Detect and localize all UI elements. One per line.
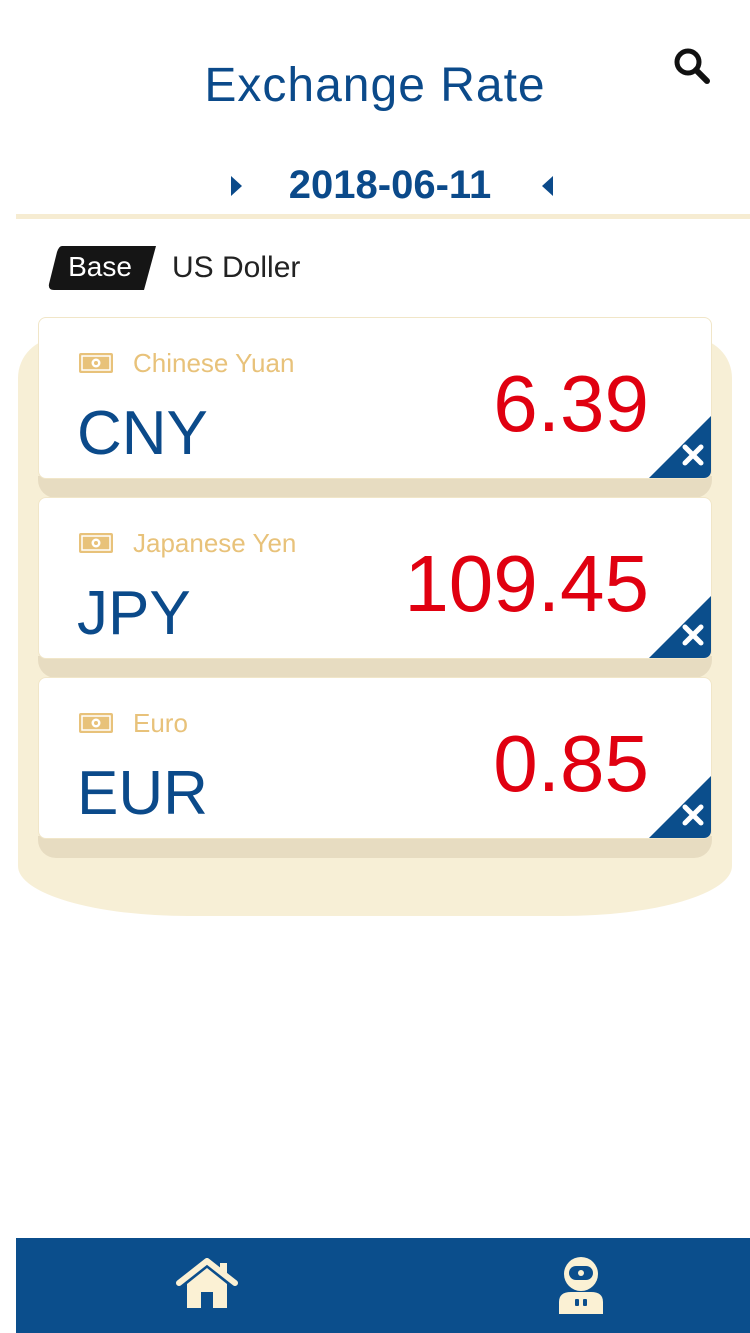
card-shadow	[38, 476, 712, 498]
current-date: 2018-06-11	[288, 163, 492, 207]
rate-card-jpy[interactable]: Japanese Yen JPY 109.45	[38, 497, 712, 659]
banknote-icon	[79, 713, 113, 733]
caret-left-icon[interactable]	[538, 174, 558, 198]
currency-name: Euro	[133, 708, 188, 738]
exchange-rate-value: 0.85	[493, 719, 649, 808]
banknote-icon	[79, 533, 113, 553]
search-icon[interactable]	[672, 46, 712, 86]
divider	[16, 214, 750, 219]
home-icon[interactable]	[176, 1258, 238, 1310]
card-shadow	[38, 836, 712, 858]
currency-name: Chinese Yuan	[133, 348, 295, 378]
currency-name: Japanese Yen	[133, 528, 297, 558]
base-badge: Base	[48, 246, 156, 290]
header: Exchange Rate	[0, 0, 750, 150]
currency-code: EUR	[77, 759, 208, 828]
page-title: Exchange Rate	[204, 59, 546, 112]
base-currency[interactable]: US Doller	[172, 251, 300, 285]
exchange-rate-value: 6.39	[493, 359, 649, 448]
exchange-rate-value: 109.45	[404, 539, 649, 628]
banknote-icon	[79, 353, 113, 373]
remove-currency-button[interactable]	[649, 596, 711, 658]
astronaut-icon[interactable]	[554, 1254, 608, 1314]
rate-card-cny[interactable]: Chinese Yuan CNY 6.39	[38, 317, 712, 479]
remove-currency-button[interactable]	[649, 776, 711, 838]
rate-card-eur[interactable]: Euro EUR 0.85	[38, 677, 712, 839]
currency-code: JPY	[77, 579, 191, 648]
base-badge-label: Base	[68, 251, 132, 282]
remove-currency-button[interactable]	[649, 416, 711, 478]
currency-code: CNY	[77, 399, 208, 468]
caret-right-icon[interactable]	[226, 174, 246, 198]
card-shadow	[38, 656, 712, 678]
bottom-tab-bar	[16, 1238, 750, 1333]
